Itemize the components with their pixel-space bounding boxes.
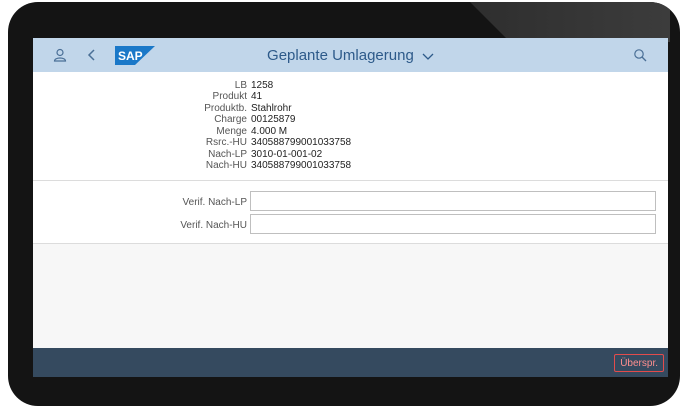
detail-label: Rsrc.-HU: [205, 137, 247, 148]
detail-value: 340588799001033758: [251, 137, 352, 148]
detail-label: Charge: [214, 114, 247, 125]
verif-nach-hu-row: Verif. Nach-HU: [33, 214, 668, 234]
detail-row-nach-hu: Nach-HU 340588799001033758: [33, 160, 668, 172]
search-icon[interactable]: [630, 45, 650, 65]
detail-row-rsrc-hu: Rsrc.-HU 340588799001033758: [33, 137, 668, 149]
app-screen: SAP Geplante Umlagerung LB 1258 Produkt …: [33, 38, 668, 377]
verif-nach-hu-input[interactable]: [250, 214, 656, 234]
detail-value: 340588799001033758: [251, 160, 352, 171]
skip-button[interactable]: Überspr.: [614, 354, 664, 372]
verif-nach-hu-label: Verif. Nach-HU: [180, 220, 247, 231]
shell-bar: SAP Geplante Umlagerung: [33, 38, 668, 72]
verif-nach-lp-input[interactable]: [250, 191, 656, 211]
chevron-down-icon: [422, 48, 434, 65]
task-details: LB 1258 Produkt 41 Produktb. Stahlrohr C…: [33, 72, 668, 181]
detail-value: 41: [251, 91, 263, 102]
screen-glare: [470, 2, 670, 42]
app-title[interactable]: Geplante Umlagerung: [33, 47, 668, 65]
verif-nach-lp-label: Verif. Nach-LP: [182, 197, 247, 208]
detail-label: Nach-HU: [205, 160, 247, 171]
detail-value: 00125879: [251, 114, 296, 125]
footer-toolbar: Überspr.: [33, 348, 668, 377]
detail-row-produkt: Produkt 41: [33, 91, 668, 103]
app-title-text: Geplante Umlagerung: [267, 47, 414, 64]
verification-form: Verif. Nach-LP Verif. Nach-HU: [33, 181, 668, 244]
verif-nach-lp-row: Verif. Nach-LP: [33, 191, 668, 211]
detail-label: Produkt: [212, 91, 247, 102]
detail-row-charge: Charge 00125879: [33, 114, 668, 126]
